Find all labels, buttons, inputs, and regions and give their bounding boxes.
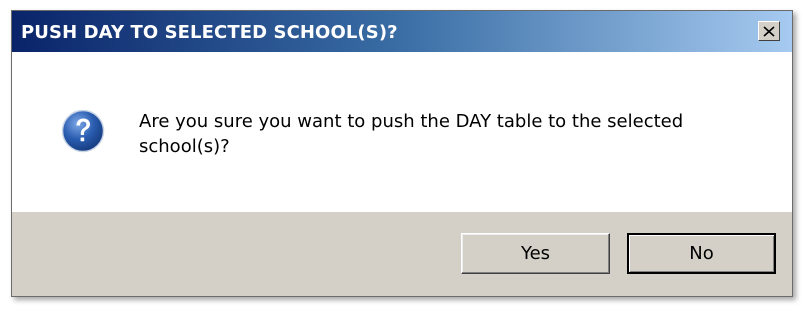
confirm-dialog: PUSH DAY TO SELECTED SCHOOL(S)? Are you … [11,10,793,297]
close-icon [763,25,775,37]
dialog-title: PUSH DAY TO SELECTED SCHOOL(S)? [21,22,398,43]
close-button[interactable] [758,21,780,41]
dialog-message: Are you sure you want to push the DAY ta… [139,111,684,157]
button-bar: Yes No [12,212,792,296]
yes-button[interactable]: Yes [461,233,610,274]
question-icon [61,109,105,153]
no-button[interactable]: No [627,233,776,274]
message-area: Are you sure you want to push the DAY ta… [12,52,792,212]
title-bar[interactable]: PUSH DAY TO SELECTED SCHOOL(S)? [12,11,792,52]
